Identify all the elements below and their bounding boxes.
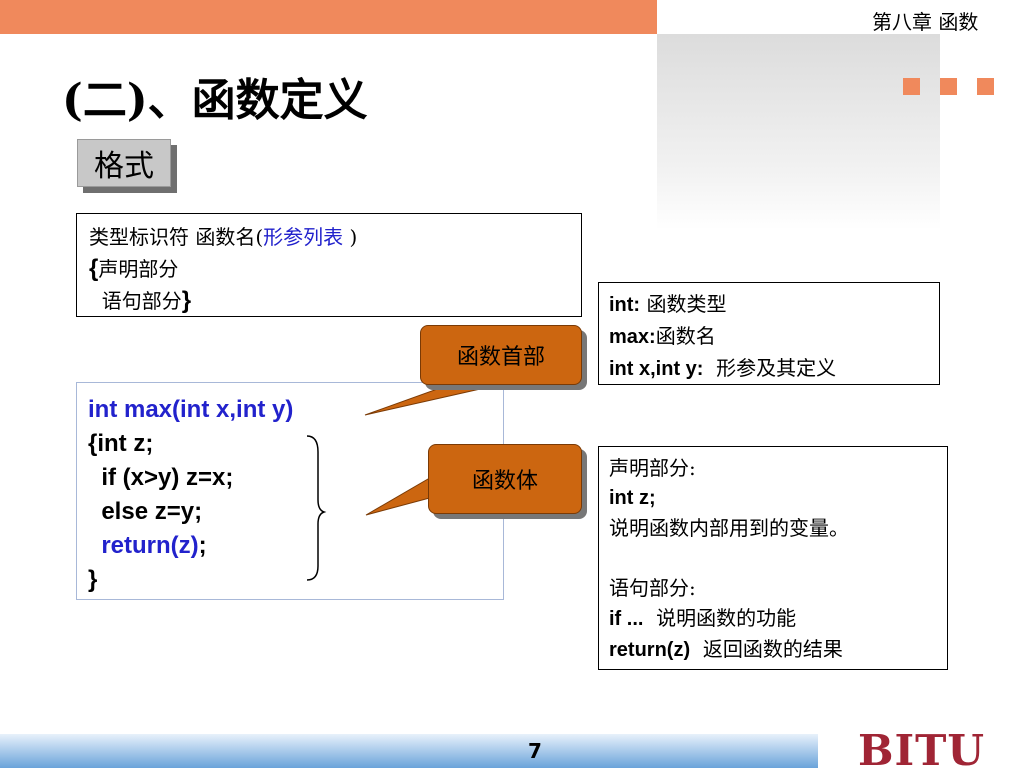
bottom-gradient-bar [0,734,818,768]
explanation-line: 说明函数内部用到的变量。 [609,516,849,540]
explanation-text: 说明函数的功能 [643,606,797,630]
function-body-callout: 函数体 [428,444,582,514]
explanation-line: return(z) 返回函数的结果 [609,634,937,665]
explanation-keyword: return(z) [609,639,691,661]
explanation-line: 声明部分: [609,456,696,480]
body-brace [306,435,327,581]
explanation-line: 语句部分: [609,576,696,600]
body-explanation-box: 声明部分: int z; 说明函数内部用到的变量。 语句部分: if ... 说… [598,446,948,670]
explanation-text: 返回函数的结果 [690,637,843,661]
function-header-callout: 函数首部 [420,325,582,385]
page-number: 7 [528,739,542,763]
explanation-line: if ... 说明函数的功能 [609,603,937,634]
explanation-keyword: if ... [609,608,644,630]
explanation-line: int z; [609,487,656,509]
